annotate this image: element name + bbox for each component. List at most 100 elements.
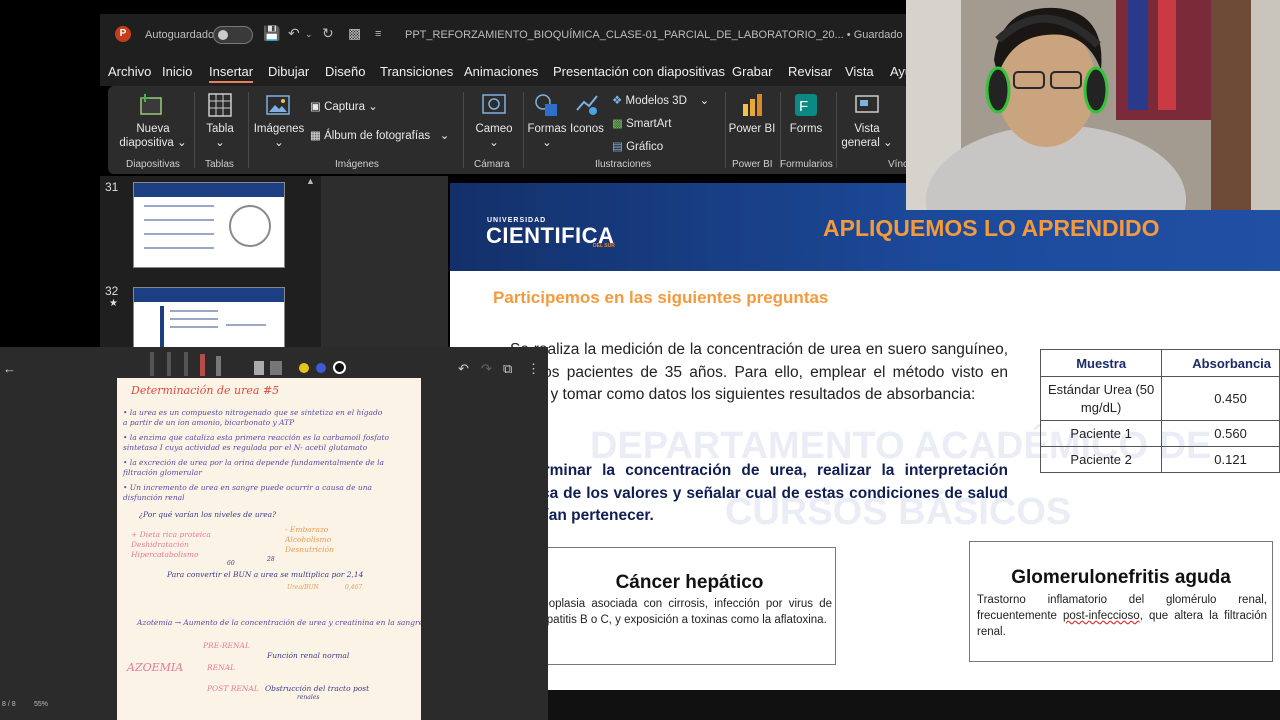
note-prerenal: PRE-RENAL bbox=[203, 641, 250, 650]
forms-button[interactable]: Forms bbox=[784, 122, 828, 136]
back-arrow-icon[interactable]: ← bbox=[3, 361, 16, 376]
table-header-absorbance: Absorbancia bbox=[1161, 349, 1280, 377]
note-line: sintetasa I cuya actividad es regulada p… bbox=[123, 443, 368, 452]
screenshot-button[interactable]: ▣ Captura ⌄ bbox=[310, 99, 378, 113]
photo-album-button[interactable]: ▦ Álbum de fotografías ⌄ bbox=[310, 128, 449, 142]
shapes-button[interactable]: Formas ⌄ bbox=[525, 122, 569, 150]
menu-dibujar[interactable]: Dibujar bbox=[268, 64, 309, 79]
lasso-tool[interactable] bbox=[270, 361, 282, 375]
note-cause: - Embarazo bbox=[285, 525, 329, 534]
handwritten-note-page[interactable]: Determinación de urea #5 • la urea es un… bbox=[117, 378, 421, 720]
status-strip bbox=[548, 690, 1280, 720]
slide-canvas[interactable]: UNIVERSIDAD CIENTIFICA DEL SUR APLIQUEMO… bbox=[450, 183, 1280, 690]
menu-archivo[interactable]: Archivo bbox=[108, 64, 151, 79]
question-statement: Determinar la concentración de urea, rea… bbox=[510, 462, 1008, 524]
cameo-icon bbox=[482, 94, 506, 114]
card-cancer-hepatico[interactable]: Cáncer hepático Neoplasia asociada con c… bbox=[534, 547, 836, 665]
pen-tool[interactable] bbox=[150, 352, 154, 376]
menu-diseno[interactable]: Diseño bbox=[325, 64, 365, 79]
smartart-button[interactable]: ▩ SmartArt bbox=[612, 116, 671, 130]
summary-zoom-button[interactable]: Vista general ⌄ bbox=[836, 122, 898, 150]
menu-grabar[interactable]: Grabar bbox=[732, 64, 772, 79]
highlighter-tool[interactable] bbox=[200, 354, 205, 376]
table-row: Estándar Urea (50 mg/dL) 0.450 bbox=[1039, 376, 1280, 421]
powerpoint-logo-icon: P bbox=[115, 26, 131, 42]
pen-tool[interactable] bbox=[167, 352, 171, 376]
power-bi-button[interactable]: Power BI bbox=[728, 122, 776, 136]
icons-button[interactable]: Iconos bbox=[567, 122, 607, 136]
table-cell: 0.450 bbox=[1161, 376, 1280, 421]
note-line: a partir de un ion amonio, bicarbonato y… bbox=[123, 418, 295, 427]
note-title: Determinación de urea #5 bbox=[131, 384, 280, 397]
menu-vista[interactable]: Vista bbox=[845, 64, 874, 79]
table-cell: 0.560 bbox=[1161, 420, 1280, 447]
menu-presentacion[interactable]: Presentación con diapositivas bbox=[553, 64, 725, 79]
pen-tool[interactable] bbox=[184, 352, 188, 376]
note-renal: RENAL bbox=[207, 663, 236, 672]
menu-insertar[interactable]: Insertar bbox=[209, 64, 254, 83]
summary-zoom-icon bbox=[855, 95, 879, 113]
table-header-sample: Muestra bbox=[1039, 349, 1163, 377]
group-label-imagenes: Imágenes bbox=[335, 159, 379, 170]
table-cell: Estándar Urea (50 mg/dL) bbox=[1039, 376, 1163, 421]
images-button[interactable]: Imágenes ⌄ bbox=[252, 122, 306, 150]
color-blue-swatch[interactable] bbox=[316, 363, 326, 373]
3d-models-button[interactable]: ❖ Modelos 3D ⌄ bbox=[612, 93, 709, 107]
chart-button[interactable]: ▤ Gráfico bbox=[612, 139, 663, 153]
card-description: Trastorno inflamatorio del glomérulo ren… bbox=[977, 594, 1267, 638]
note-cause: Desnutrición bbox=[285, 545, 334, 554]
note-line: • la urea es un compuesto nitrogenado qu… bbox=[123, 408, 383, 417]
group-label-formularios: Formularios bbox=[780, 159, 833, 170]
more-options-icon[interactable]: ⋮ bbox=[527, 361, 540, 377]
menu-bar: Archivo Inicio Insertar Dibujar Diseño T… bbox=[100, 56, 912, 86]
pen-tool[interactable] bbox=[216, 356, 221, 376]
note-conversion-sub: Urea/BUN bbox=[287, 584, 319, 591]
save-icon[interactable]: 💾 bbox=[263, 25, 280, 42]
undo-icon[interactable]: ↶ bbox=[458, 361, 469, 377]
menu-revisar[interactable]: Revisar bbox=[788, 64, 832, 79]
problem-statement: Se realiza la medición de la concentraci… bbox=[510, 341, 1008, 403]
scroll-up-icon[interactable]: ▲ bbox=[306, 176, 315, 186]
table-row: Paciente 1 0.560 bbox=[1039, 420, 1280, 447]
group-label-power-bi: Power BI bbox=[732, 159, 773, 170]
table-button[interactable]: Tabla ⌄ bbox=[200, 122, 240, 150]
present-icon[interactable]: ▩ bbox=[348, 25, 361, 42]
menu-inicio[interactable]: Inicio bbox=[162, 64, 192, 79]
eraser-tool[interactable] bbox=[254, 361, 264, 375]
share-icon[interactable]: ⧉ bbox=[503, 361, 512, 377]
university-logo-sub: DEL SUR bbox=[593, 243, 615, 249]
note-cause: Deshidratación bbox=[131, 540, 189, 549]
customize-qat-icon[interactable]: ≡ bbox=[375, 28, 381, 40]
color-black-swatch[interactable] bbox=[333, 361, 346, 374]
group-label-diapositivas: Diapositivas bbox=[126, 159, 180, 170]
note-azotemia: AZOEMIA bbox=[127, 661, 184, 674]
redo-icon[interactable]: ↻ bbox=[322, 25, 334, 42]
slide-thumbnail-31[interactable] bbox=[133, 182, 285, 268]
group-label-ilustraciones: Ilustraciones bbox=[595, 159, 652, 170]
new-slide-button[interactable]: Nueva diapositiva ⌄ bbox=[118, 122, 188, 150]
table-cell: 0.121 bbox=[1161, 446, 1280, 473]
autosave-toggle[interactable] bbox=[213, 26, 253, 44]
note-line: • la enzima que cataliza esta primera re… bbox=[123, 433, 390, 442]
card-title: Glomerulonefritis aguda bbox=[1011, 567, 1231, 588]
icons-icon bbox=[576, 95, 598, 115]
menu-animaciones[interactable]: Animaciones bbox=[464, 64, 538, 79]
note-cause: + Dieta rica proteica bbox=[131, 530, 211, 539]
cameo-button[interactable]: Cameo ⌄ bbox=[470, 122, 518, 150]
undo-icon[interactable]: ↶ bbox=[288, 25, 300, 42]
zoom-level: 55% bbox=[34, 701, 49, 708]
card-title: Cáncer hepático bbox=[615, 572, 764, 593]
forms-icon: F bbox=[795, 94, 817, 116]
menu-transiciones[interactable]: Transiciones bbox=[380, 64, 453, 79]
table-icon bbox=[208, 93, 232, 117]
note-line: • Un incremento de urea en sangre puede … bbox=[123, 483, 373, 492]
note-obstruction-line2: renales bbox=[297, 694, 320, 701]
undo-dropdown-icon[interactable]: ⌄ bbox=[305, 29, 313, 40]
table-cell: Paciente 1 bbox=[1039, 420, 1163, 447]
color-yellow-swatch[interactable] bbox=[299, 363, 309, 373]
card-glomerulonefritis[interactable]: Glomerulonefritis aguda Trastorno inflam… bbox=[969, 541, 1273, 662]
page-indicator: 8 / 8 bbox=[2, 701, 16, 708]
note-postrenal: POST RENAL bbox=[207, 684, 259, 693]
svg-text:F: F bbox=[799, 98, 808, 115]
redo-icon[interactable]: ↷ bbox=[481, 361, 492, 377]
